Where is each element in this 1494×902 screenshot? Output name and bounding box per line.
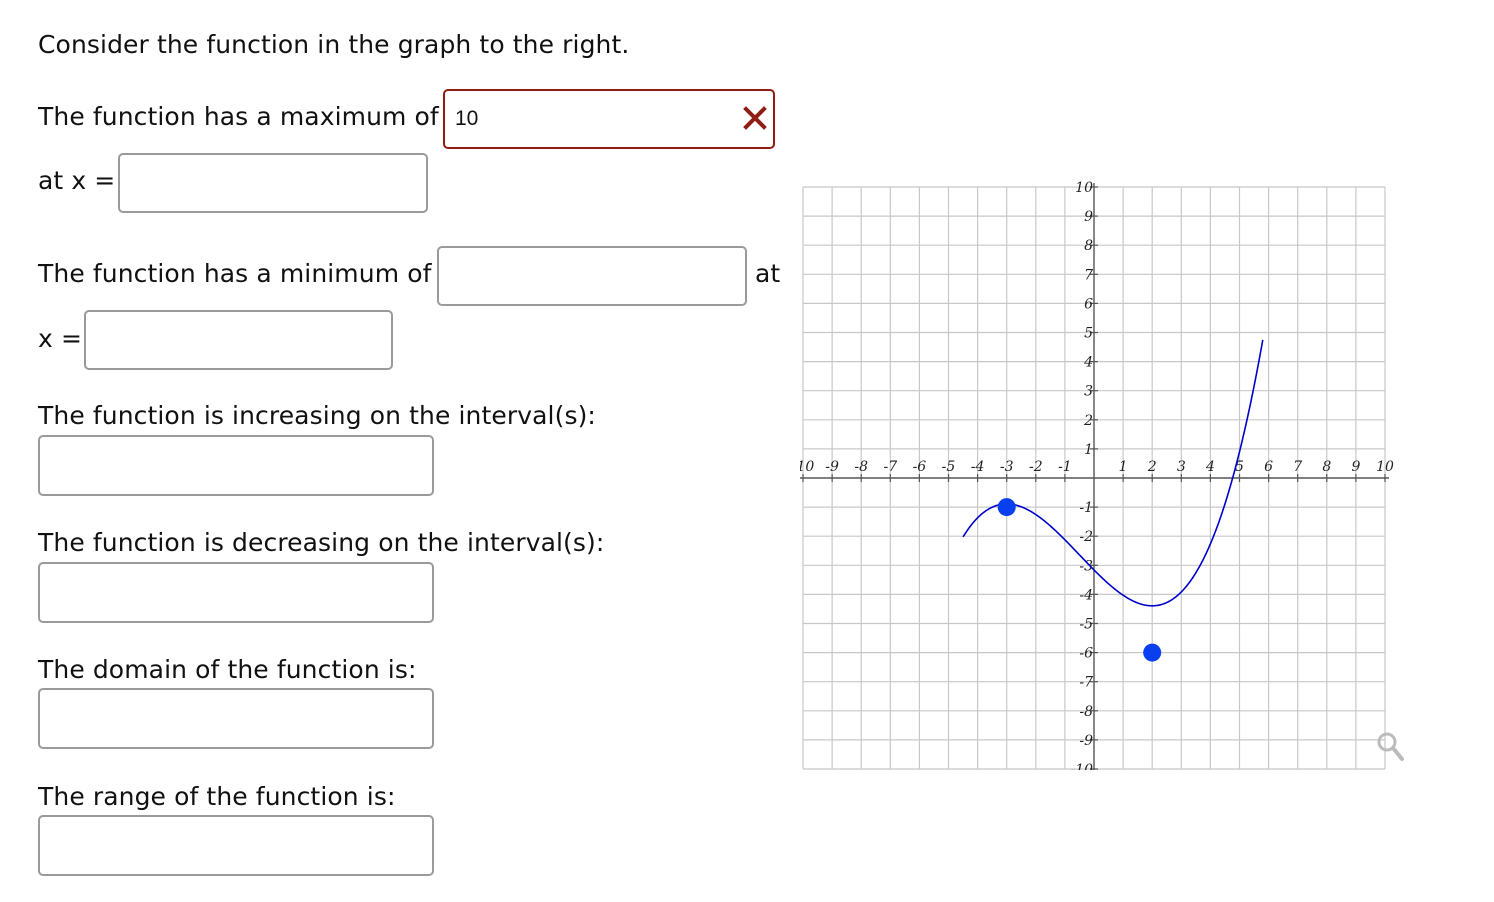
y-tick-label: 8 (1084, 238, 1093, 254)
min-answer-field[interactable] (437, 246, 747, 306)
max-at-label: at x = (38, 166, 116, 195)
max-x-field[interactable] (118, 153, 428, 213)
y-tick-label: 6 (1084, 296, 1093, 312)
y-tick-label: 3 (1084, 384, 1093, 400)
question-title: Consider the function in the graph to th… (38, 30, 630, 59)
increasing-input[interactable] (40, 437, 432, 494)
magnifier-icon[interactable] (1377, 732, 1404, 761)
y-tick-label: -1 (1079, 500, 1093, 516)
range-field[interactable] (38, 815, 434, 876)
x-tick-label: -7 (883, 459, 897, 475)
y-tick-label: -4 (1079, 587, 1093, 603)
y-tick-label: 9 (1084, 209, 1093, 225)
range-input[interactable] (40, 817, 432, 874)
max-x-input[interactable] (120, 155, 426, 211)
incorrect-x-icon (743, 106, 767, 130)
y-tick-label: -2 (1079, 529, 1093, 545)
y-tick-label: 4 (1083, 355, 1093, 371)
increasing-label: The function is increasing on the interv… (38, 401, 596, 430)
min-label: The function has a minimum of (38, 259, 432, 288)
x-tick-label: 2 (1147, 459, 1157, 475)
max-answer-input[interactable] (445, 91, 773, 147)
decreasing-field[interactable] (38, 562, 434, 623)
min-x-label: x = (38, 324, 82, 353)
y-tick-label: -10 (1070, 762, 1093, 770)
x-tick-label: -1 (1058, 459, 1072, 475)
x-tick-label: -5 (942, 459, 956, 475)
x-tick-label: -10 (800, 459, 814, 475)
y-tick-label: -8 (1079, 704, 1093, 720)
x-tick-label: -8 (854, 459, 868, 475)
y-tick-label: 7 (1084, 267, 1093, 283)
max-answer-field[interactable] (443, 89, 775, 149)
x-tick-label: 6 (1264, 459, 1273, 475)
extrema-points (997, 498, 1162, 662)
min-x-field[interactable] (84, 310, 393, 370)
max-label: The function has a maximum of (38, 102, 439, 131)
y-tick-label: -6 (1079, 646, 1093, 662)
x-tick-label: -4 (971, 459, 985, 475)
min-answer-input[interactable] (439, 248, 745, 304)
x-tick-label: -2 (1029, 459, 1043, 475)
domain-field[interactable] (38, 688, 434, 749)
x-tick-label: -6 (913, 459, 927, 475)
function-graph[interactable]: -10-9-8-7-6-5-4-3-2-112345678910-10-9-8-… (800, 150, 1420, 770)
domain-input[interactable] (40, 690, 432, 747)
y-tick-label: -9 (1079, 733, 1093, 749)
range-label: The range of the function is: (38, 782, 396, 811)
y-tick-label: -5 (1079, 617, 1093, 633)
y-tick-label: 5 (1084, 326, 1093, 342)
x-tick-label: 8 (1322, 459, 1331, 475)
y-tick-label: 10 (1075, 180, 1093, 196)
extremum-point[interactable] (997, 498, 1016, 517)
y-tick-label: 1 (1084, 442, 1093, 458)
y-tick-label: 2 (1083, 413, 1093, 429)
x-tick-label: 10 (1376, 459, 1394, 475)
x-tick-label: 1 (1119, 459, 1128, 475)
domain-label: The domain of the function is: (38, 655, 417, 684)
x-tick-label: 9 (1351, 459, 1360, 475)
x-tick-label: 4 (1205, 459, 1215, 475)
min-x-input[interactable] (86, 312, 391, 368)
decreasing-input[interactable] (40, 564, 432, 621)
x-tick-label: 3 (1177, 459, 1186, 475)
increasing-field[interactable] (38, 435, 434, 496)
y-tick-label: -7 (1079, 675, 1093, 691)
x-tick-label: 7 (1293, 459, 1302, 475)
x-tick-label: -3 (1000, 459, 1014, 475)
x-tick-label: -9 (825, 459, 839, 475)
min-at-label: at (755, 259, 781, 288)
extremum-point[interactable] (1143, 643, 1162, 662)
decreasing-label: The function is decreasing on the interv… (38, 528, 605, 557)
